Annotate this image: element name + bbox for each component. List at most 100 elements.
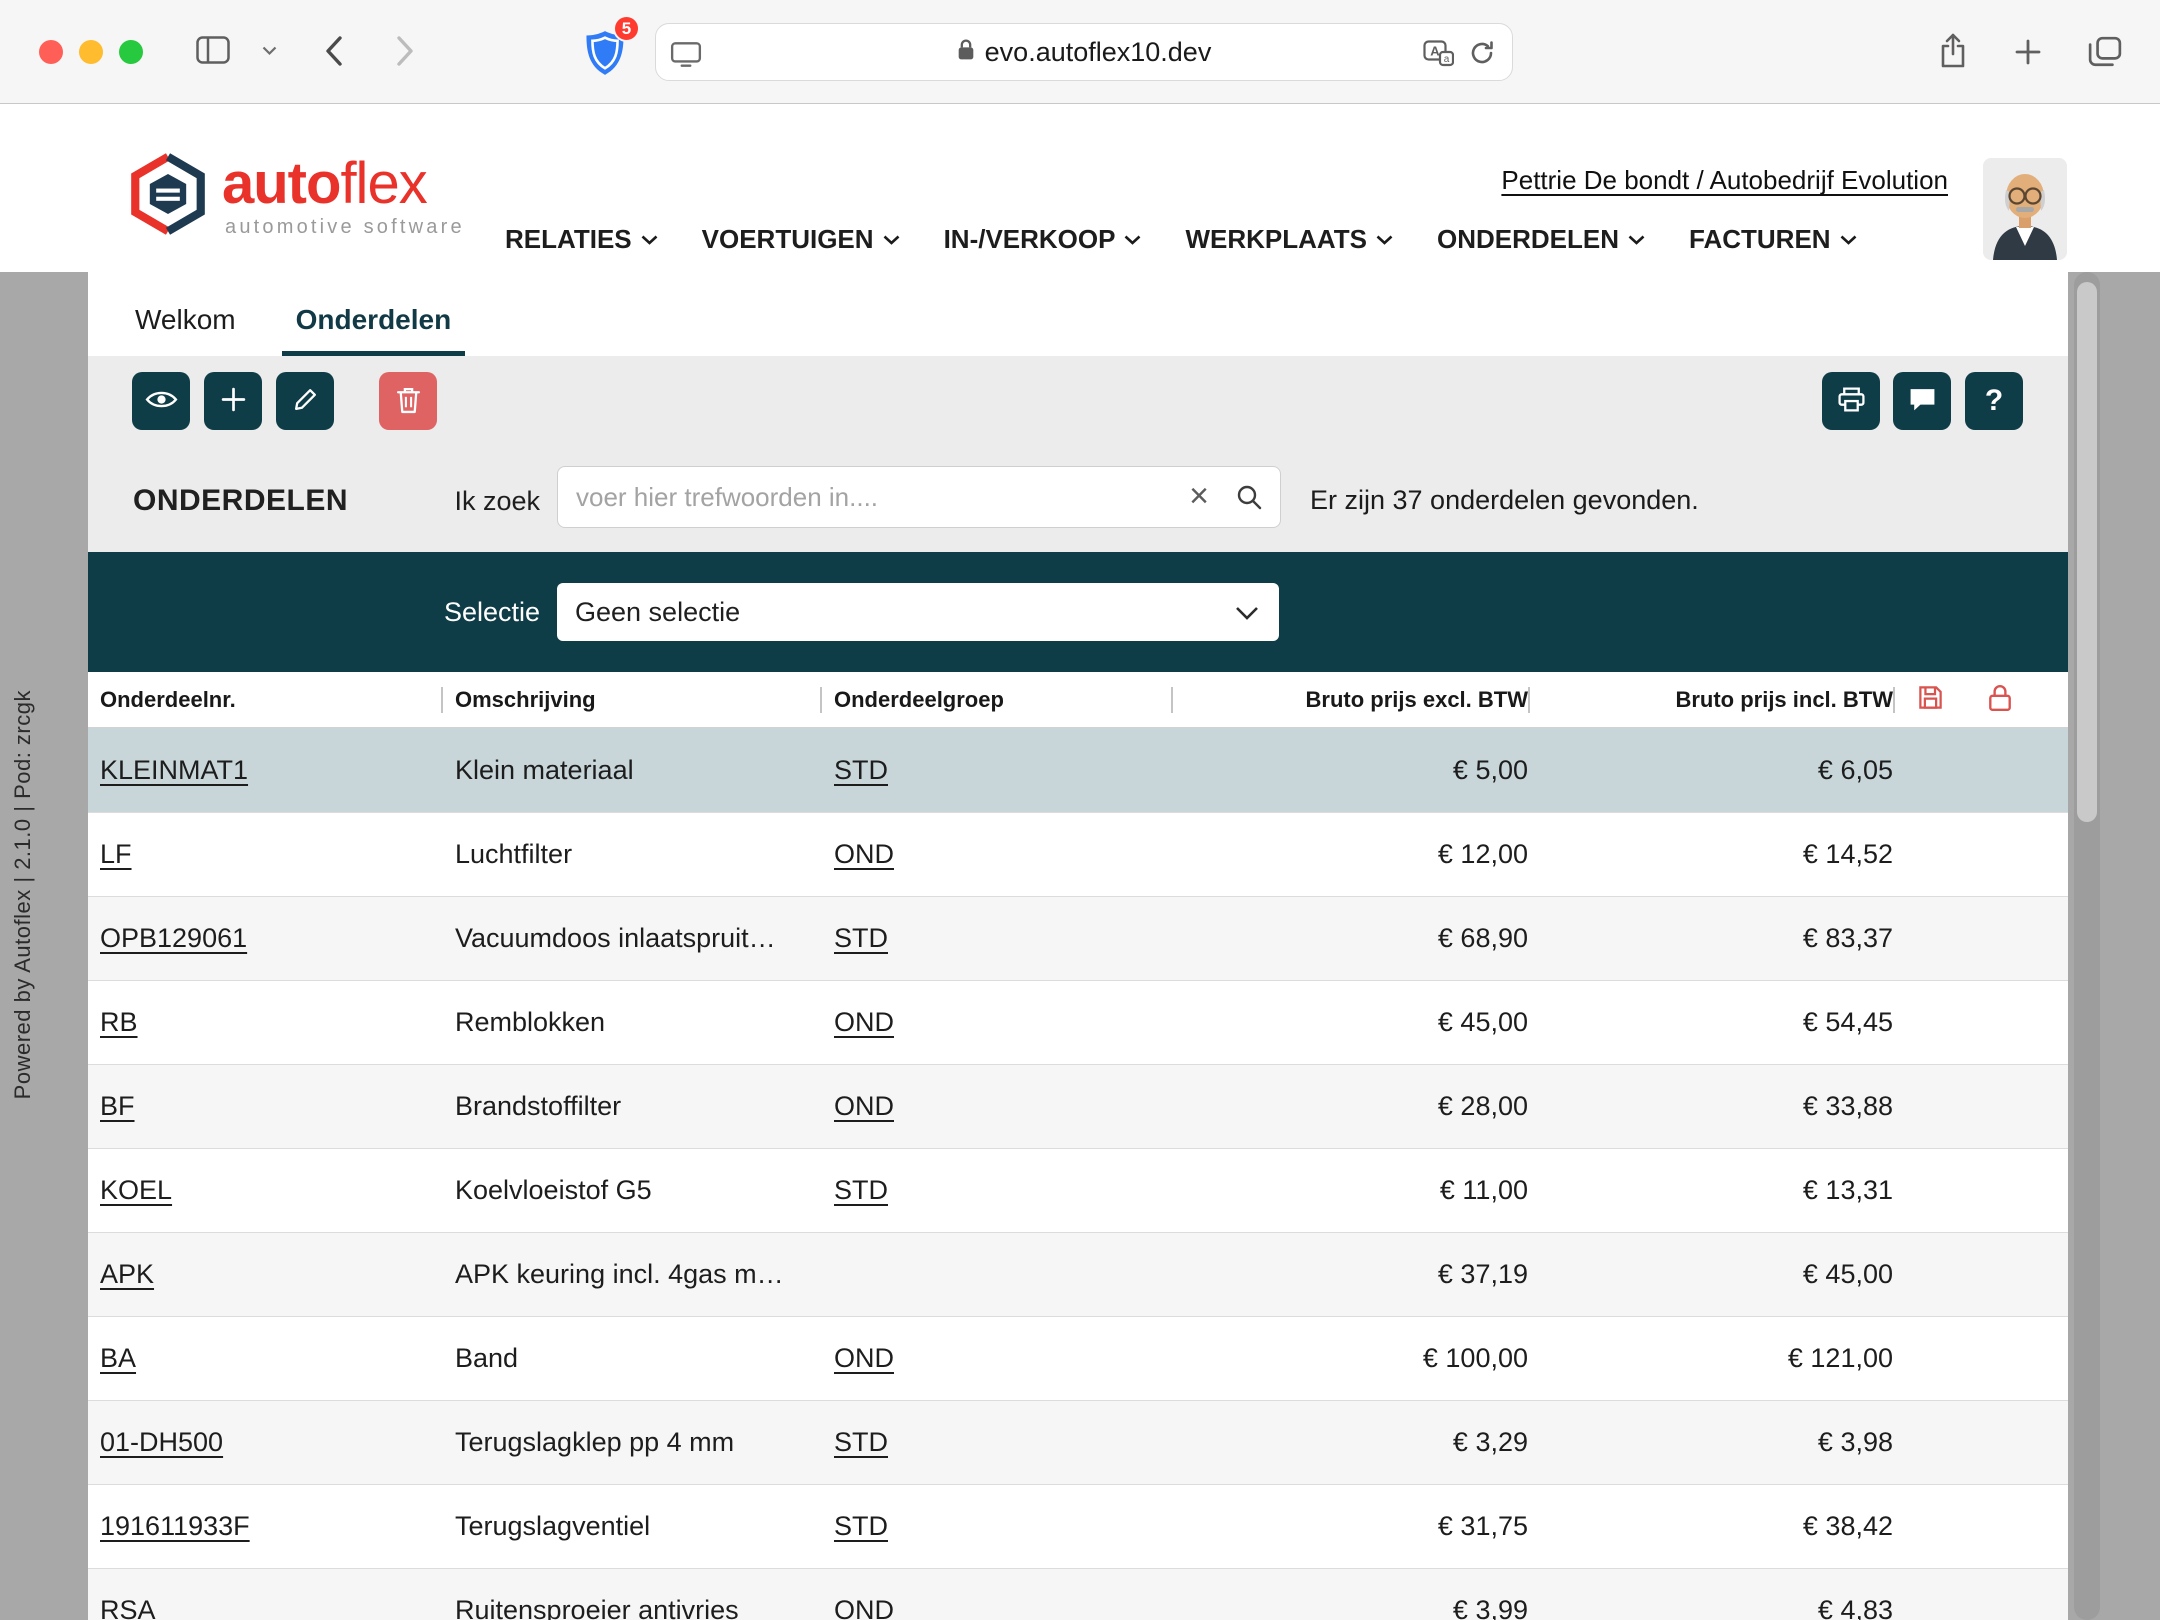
- table-row[interactable]: BA Band OND € 100,00 € 121,00: [88, 1316, 2068, 1400]
- url-display: evo.autoflex10.dev: [656, 24, 1512, 80]
- table-row[interactable]: KLEINMAT1 Klein materiaal STD € 5,00 € 6…: [88, 728, 2068, 812]
- part-group-link[interactable]: OND: [834, 1595, 894, 1620]
- part-number-link[interactable]: 191611933F: [100, 1511, 250, 1541]
- tab-overview-icon[interactable]: [2088, 36, 2122, 68]
- column-header-nr[interactable]: Onderdeelnr.: [88, 672, 443, 728]
- logo-subtitle: automotive software: [222, 216, 465, 239]
- part-number-link[interactable]: BA: [100, 1343, 136, 1373]
- sidebar-toggle-icon[interactable]: [196, 36, 230, 64]
- user-avatar[interactable]: [1983, 158, 2067, 265]
- part-group-link[interactable]: OND: [834, 1091, 894, 1121]
- nav-item[interactable]: WERKPLAATS: [1185, 224, 1393, 255]
- add-button[interactable]: [204, 372, 262, 430]
- search-input[interactable]: [557, 466, 1281, 528]
- translate-icon[interactable]: Aa: [1423, 40, 1454, 67]
- search-icon[interactable]: [1235, 483, 1263, 516]
- autoflex-logo[interactable]: autoflex automotive software: [128, 150, 465, 243]
- delete-button[interactable]: [379, 372, 437, 430]
- lock-icon[interactable]: [1988, 684, 2012, 717]
- part-group-link[interactable]: STD: [834, 755, 888, 785]
- part-group-link[interactable]: OND: [834, 1343, 894, 1373]
- part-number-link[interactable]: OPB129061: [100, 923, 247, 953]
- price-excl-value: € 37,19: [1173, 1259, 1530, 1290]
- part-group-link[interactable]: OND: [834, 1007, 894, 1037]
- edit-button[interactable]: [276, 372, 334, 430]
- chevron-down-icon[interactable]: [262, 46, 277, 56]
- part-group-link[interactable]: STD: [834, 1511, 888, 1541]
- back-button[interactable]: [324, 35, 343, 67]
- table-row[interactable]: LF Luchtfilter OND € 12,00 € 14,52: [88, 812, 2068, 896]
- browser-chrome: 5 evo.autoflex10.dev Aa: [0, 0, 2160, 104]
- part-number-link[interactable]: RB: [100, 1007, 138, 1037]
- price-excl-value: € 31,75: [1173, 1511, 1530, 1542]
- part-number-link[interactable]: LF: [100, 839, 132, 869]
- selection-bar: Selectie Geen selectie: [88, 552, 2068, 672]
- part-group-link[interactable]: STD: [834, 1427, 888, 1457]
- column-header-description[interactable]: Omschrijving: [443, 672, 822, 728]
- tab-onderdelen[interactable]: Onderdelen: [282, 304, 466, 356]
- address-bar[interactable]: evo.autoflex10.dev Aa: [655, 23, 1513, 81]
- logo-word-auto: auto: [222, 151, 340, 216]
- table-row[interactable]: BF Brandstoffilter OND € 28,00 € 33,88: [88, 1064, 2068, 1148]
- table-row[interactable]: 191611933F Terugslagventiel STD € 31,75 …: [88, 1484, 2068, 1568]
- part-group-link[interactable]: STD: [834, 923, 888, 953]
- clear-search-icon[interactable]: ×: [1189, 478, 1209, 514]
- nav-item[interactable]: VOERTUIGEN: [702, 224, 900, 255]
- nav-item[interactable]: FACTUREN: [1689, 224, 1857, 255]
- table-row[interactable]: OPB129061 Vacuumdoos inlaatspruit… STD €…: [88, 896, 2068, 980]
- reload-icon[interactable]: [1468, 39, 1496, 67]
- price-excl-value: € 3,29: [1173, 1427, 1530, 1458]
- table-row[interactable]: RSA Ruitensproeier antivries OND € 3,99 …: [88, 1568, 2068, 1620]
- fullscreen-window-button[interactable]: [119, 40, 143, 64]
- minimize-window-button[interactable]: [79, 40, 103, 64]
- help-button[interactable]: ?: [1965, 372, 2023, 430]
- column-header-price-excl[interactable]: Bruto prijs excl. BTW: [1173, 672, 1530, 728]
- part-number-link[interactable]: KOEL: [100, 1175, 172, 1205]
- user-account-link[interactable]: Pettrie De bondt / Autobedrijf Evolution: [1501, 165, 1948, 196]
- part-number-link[interactable]: KLEINMAT1: [100, 755, 248, 785]
- view-button[interactable]: [132, 372, 190, 430]
- scrollbar-thumb[interactable]: [2077, 282, 2097, 822]
- content-blocker-shield-icon[interactable]: 5: [582, 29, 628, 77]
- save-icon[interactable]: [1917, 684, 1944, 716]
- table-row[interactable]: 01-DH500 Terugslagklep pp 4 mm STD € 3,2…: [88, 1400, 2068, 1484]
- section-title: ONDERDELEN: [133, 484, 348, 518]
- eye-icon: [145, 388, 178, 414]
- nav-item[interactable]: IN-/VERKOOP: [944, 224, 1142, 255]
- window-controls: [39, 40, 143, 64]
- close-window-button[interactable]: [39, 40, 63, 64]
- svg-text:a: a: [1444, 54, 1450, 65]
- price-incl-value: € 54,45: [1530, 1007, 1895, 1038]
- part-number-link[interactable]: BF: [100, 1091, 135, 1121]
- share-icon[interactable]: [1938, 32, 1968, 70]
- tab-welkom[interactable]: Welkom: [133, 304, 238, 356]
- nav-item-label: IN-/VERKOOP: [944, 224, 1116, 255]
- price-incl-value: € 6,05: [1530, 755, 1895, 786]
- part-number-link[interactable]: 01-DH500: [100, 1427, 223, 1457]
- svg-text:A: A: [1430, 44, 1440, 59]
- nav-item[interactable]: ONDERDELEN: [1437, 224, 1645, 255]
- forward-button[interactable]: [396, 35, 415, 67]
- part-description: Vacuumdoos inlaatspruit…: [443, 923, 822, 954]
- url-text[interactable]: evo.autoflex10.dev: [985, 37, 1212, 68]
- table-row[interactable]: APK APK keuring incl. 4gas m… € 37,19 € …: [88, 1232, 2068, 1316]
- part-description: APK keuring incl. 4gas m…: [443, 1259, 822, 1290]
- selection-dropdown[interactable]: Geen selectie: [557, 583, 1279, 641]
- part-number-link[interactable]: APK: [100, 1259, 154, 1289]
- table-row[interactable]: KOEL Koelvloeistof G5 STD € 11,00 € 13,3…: [88, 1148, 2068, 1232]
- new-tab-icon[interactable]: [2014, 38, 2042, 66]
- chat-button[interactable]: [1893, 372, 1951, 430]
- autoflex-logo-text: autoflex automotive software: [222, 155, 465, 239]
- part-number-link[interactable]: RSA: [100, 1595, 156, 1620]
- print-button[interactable]: [1822, 372, 1880, 430]
- price-excl-value: € 100,00: [1173, 1343, 1530, 1374]
- column-header-group[interactable]: Onderdeelgroep: [822, 672, 1173, 728]
- table-header-icons: [1895, 672, 2068, 728]
- part-description: Brandstoffilter: [443, 1091, 822, 1122]
- part-group-link[interactable]: OND: [834, 839, 894, 869]
- part-group-link[interactable]: STD: [834, 1175, 888, 1205]
- nav-item[interactable]: RELATIES: [505, 224, 658, 255]
- table-row[interactable]: RB Remblokken OND € 45,00 € 54,45: [88, 980, 2068, 1064]
- column-header-price-incl[interactable]: Bruto prijs incl. BTW: [1530, 672, 1895, 728]
- part-description: Band: [443, 1343, 822, 1374]
